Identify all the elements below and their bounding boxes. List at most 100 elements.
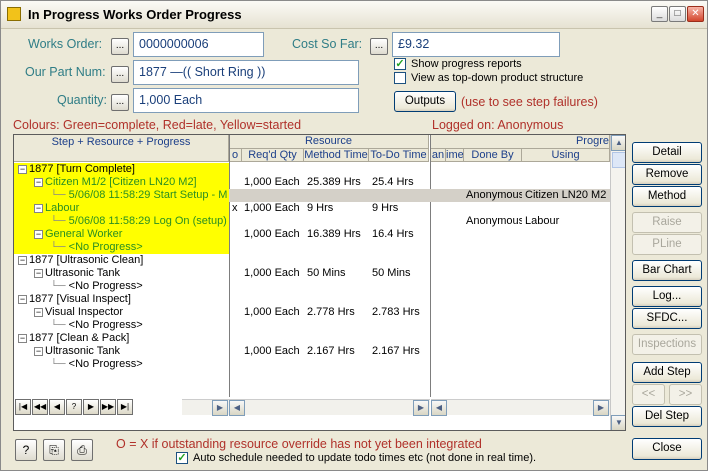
collapse-icon[interactable]: − — [34, 203, 43, 213]
table-row[interactable]: −1877 [Visual Inspect] — [14, 293, 625, 306]
auto-schedule-check-icon[interactable]: ✓ — [176, 452, 188, 464]
grid-vscroll[interactable]: ▲ ▼ — [610, 135, 625, 430]
view-topdown-checkbox[interactable]: View as top-down product structure — [394, 72, 583, 84]
collapse-icon[interactable]: − — [34, 346, 43, 356]
progress-grid[interactable]: Step + Resource + Progress Resource o Re… — [13, 134, 626, 431]
scroll-down-icon[interactable]: ▼ — [611, 415, 625, 430]
method-button[interactable]: Method — [632, 186, 702, 207]
help-icon[interactable]: ? — [15, 439, 37, 461]
table-row[interactable]: −1877 [Turn Complete] — [14, 163, 625, 176]
tree-cell[interactable]: −1877 [Turn Complete] — [14, 163, 229, 176]
prev-record-icon[interactable]: ◀ — [49, 399, 65, 415]
collapse-icon[interactable]: − — [18, 255, 27, 265]
sfdc-button[interactable]: SFDC... — [632, 308, 702, 329]
table-row[interactable]: └─ <No Progress> — [14, 280, 625, 293]
next-record-icon[interactable]: ▶ — [83, 399, 99, 415]
quantity-lookup-button[interactable]: ... — [111, 94, 129, 111]
collapse-icon[interactable]: − — [34, 229, 43, 239]
tree-cell[interactable]: └─ <No Progress> — [14, 358, 229, 371]
print-icon[interactable]: ⎙ — [71, 439, 93, 461]
works-order-field[interactable]: 0000000006 — [133, 32, 264, 57]
tree-cell[interactable]: − Citizen M1/2 [Citizen LN20 M2] — [14, 176, 229, 189]
help-record-icon[interactable]: ? — [66, 399, 82, 415]
tree-cell[interactable]: └─ <No Progress> — [14, 280, 229, 293]
scroll-left-icon[interactable]: ◀ — [431, 400, 447, 416]
tree-cell[interactable]: − Ultrasonic Tank — [14, 345, 229, 358]
tree-hscroll[interactable]: ▶ — [182, 399, 229, 416]
header-using[interactable]: Using — [522, 149, 610, 162]
table-row[interactable]: └─ 5/06/08 11:58:29 Start Setup - M Anony… — [14, 189, 625, 202]
header-o[interactable]: o — [229, 149, 242, 162]
table-row[interactable]: └─ <No Progress> — [14, 358, 625, 371]
close-window-button[interactable]: ✕ — [687, 6, 704, 22]
header-reqd-qty[interactable]: Req'd Qty — [242, 149, 304, 162]
scroll-left-icon[interactable]: ◀ — [229, 400, 245, 416]
move-left-button[interactable]: << — [632, 384, 665, 405]
auto-schedule-checkbox[interactable]: ✓ Auto schedule needed to update todo ti… — [176, 452, 536, 464]
cost-lookup-button[interactable]: ... — [370, 38, 388, 55]
table-row[interactable]: −1877 [Ultrasonic Clean] — [14, 254, 625, 267]
header-todo-time[interactable]: To-Do Time — [369, 149, 429, 162]
remove-button[interactable]: Remove — [632, 164, 702, 185]
del-step-button[interactable]: Del Step — [632, 406, 702, 427]
tree-cell[interactable]: −1877 [Visual Inspect] — [14, 293, 229, 306]
view-topdown-check-box[interactable] — [394, 72, 406, 84]
tree-cell[interactable]: └─ 5/06/08 11:58:29 Start Setup - M — [14, 189, 229, 202]
next-page-icon[interactable]: ▶▶ — [100, 399, 116, 415]
collapse-icon[interactable]: − — [18, 333, 27, 343]
tree-cell[interactable]: −1877 [Ultrasonic Clean] — [14, 254, 229, 267]
part-num-field[interactable]: 1877 —(( Short Ring )) — [133, 60, 359, 85]
copy-icon[interactable]: ⎘ — [43, 439, 65, 461]
tree-cell[interactable]: └─ 5/06/08 11:58:29 Log On (setup) — [14, 215, 229, 228]
collapse-icon[interactable]: − — [34, 177, 43, 187]
collapse-icon[interactable]: − — [34, 268, 43, 278]
bar-chart-button[interactable]: Bar Chart — [632, 260, 702, 281]
table-row[interactable]: − Ultrasonic Tank 1,000 Each 50 Mins 50 Mins — [14, 267, 625, 280]
table-row[interactable]: − General Worker 1,000 Each 16.389 Hrs 16.4 … — [14, 228, 625, 241]
scroll-thumb[interactable] — [612, 152, 625, 168]
move-right-button[interactable]: >> — [669, 384, 702, 405]
first-record-icon[interactable]: |◀ — [15, 399, 31, 415]
scroll-right-icon[interactable]: ▶ — [593, 400, 609, 416]
detail-button[interactable]: Detail — [632, 142, 702, 163]
table-row[interactable]: └─ <No Progress> — [14, 319, 625, 332]
progress-hscroll[interactable]: ◀ ▶ — [431, 399, 610, 416]
prev-page-icon[interactable]: ◀◀ — [32, 399, 48, 415]
part-num-lookup-button[interactable]: ... — [111, 66, 129, 83]
header-done-by[interactable]: Done By — [464, 149, 522, 162]
table-row[interactable]: − Ultrasonic Tank 1,000 Each 2.167 Hrs 2.167… — [14, 345, 625, 358]
tree-cell[interactable]: −1877 [Clean & Pack] — [14, 332, 229, 345]
outputs-button[interactable]: Outputs — [394, 91, 456, 112]
show-progress-check-icon[interactable]: ✓ — [394, 58, 406, 70]
log-button[interactable]: Log... — [632, 286, 702, 307]
scroll-up-icon[interactable]: ▲ — [611, 135, 625, 151]
tree-cell[interactable]: └─ <No Progress> — [14, 319, 229, 332]
maximize-button[interactable]: □ — [669, 6, 686, 22]
tree-cell[interactable]: − General Worker — [14, 228, 229, 241]
inspections-button[interactable]: Inspections — [632, 334, 702, 355]
raise-button[interactable]: Raise — [632, 212, 702, 233]
tree-cell[interactable]: − Labour — [14, 202, 229, 215]
quantity-field[interactable]: 1,000 Each — [133, 88, 359, 113]
pline-button[interactable]: PLine — [632, 234, 702, 255]
header-ime[interactable]: ime — [446, 149, 464, 162]
last-record-icon[interactable]: ▶| — [117, 399, 133, 415]
cost-field[interactable]: £9.32 — [392, 32, 560, 57]
table-row[interactable]: └─ <No Progress> — [14, 241, 625, 254]
minimize-button[interactable]: _ — [651, 6, 668, 22]
header-method-time[interactable]: Method Time — [304, 149, 369, 162]
add-step-button[interactable]: Add Step — [632, 362, 702, 383]
collapse-icon[interactable]: − — [34, 307, 43, 317]
tree-cell[interactable]: └─ <No Progress> — [14, 241, 229, 254]
resource-hscroll[interactable]: ◀ ▶ — [229, 399, 430, 416]
collapse-icon[interactable]: − — [18, 164, 27, 174]
scroll-right-icon[interactable]: ▶ — [413, 400, 429, 416]
works-order-lookup-button[interactable]: ... — [111, 38, 129, 55]
table-row[interactable]: − Labour x 1,000 Each 9 Hrs 9 Hrs — [14, 202, 625, 215]
table-row[interactable]: − Citizen M1/2 [Citizen LN20 M2] 1,000 Eac… — [14, 176, 625, 189]
table-row[interactable]: └─ 5/06/08 11:58:29 Log On (setup) Anonym… — [14, 215, 625, 228]
tree-cell[interactable]: − Ultrasonic Tank — [14, 267, 229, 280]
scroll-right-icon[interactable]: ▶ — [212, 400, 228, 416]
close-button[interactable]: Close — [632, 438, 702, 460]
header-tree[interactable]: Step + Resource + Progress — [14, 135, 229, 162]
